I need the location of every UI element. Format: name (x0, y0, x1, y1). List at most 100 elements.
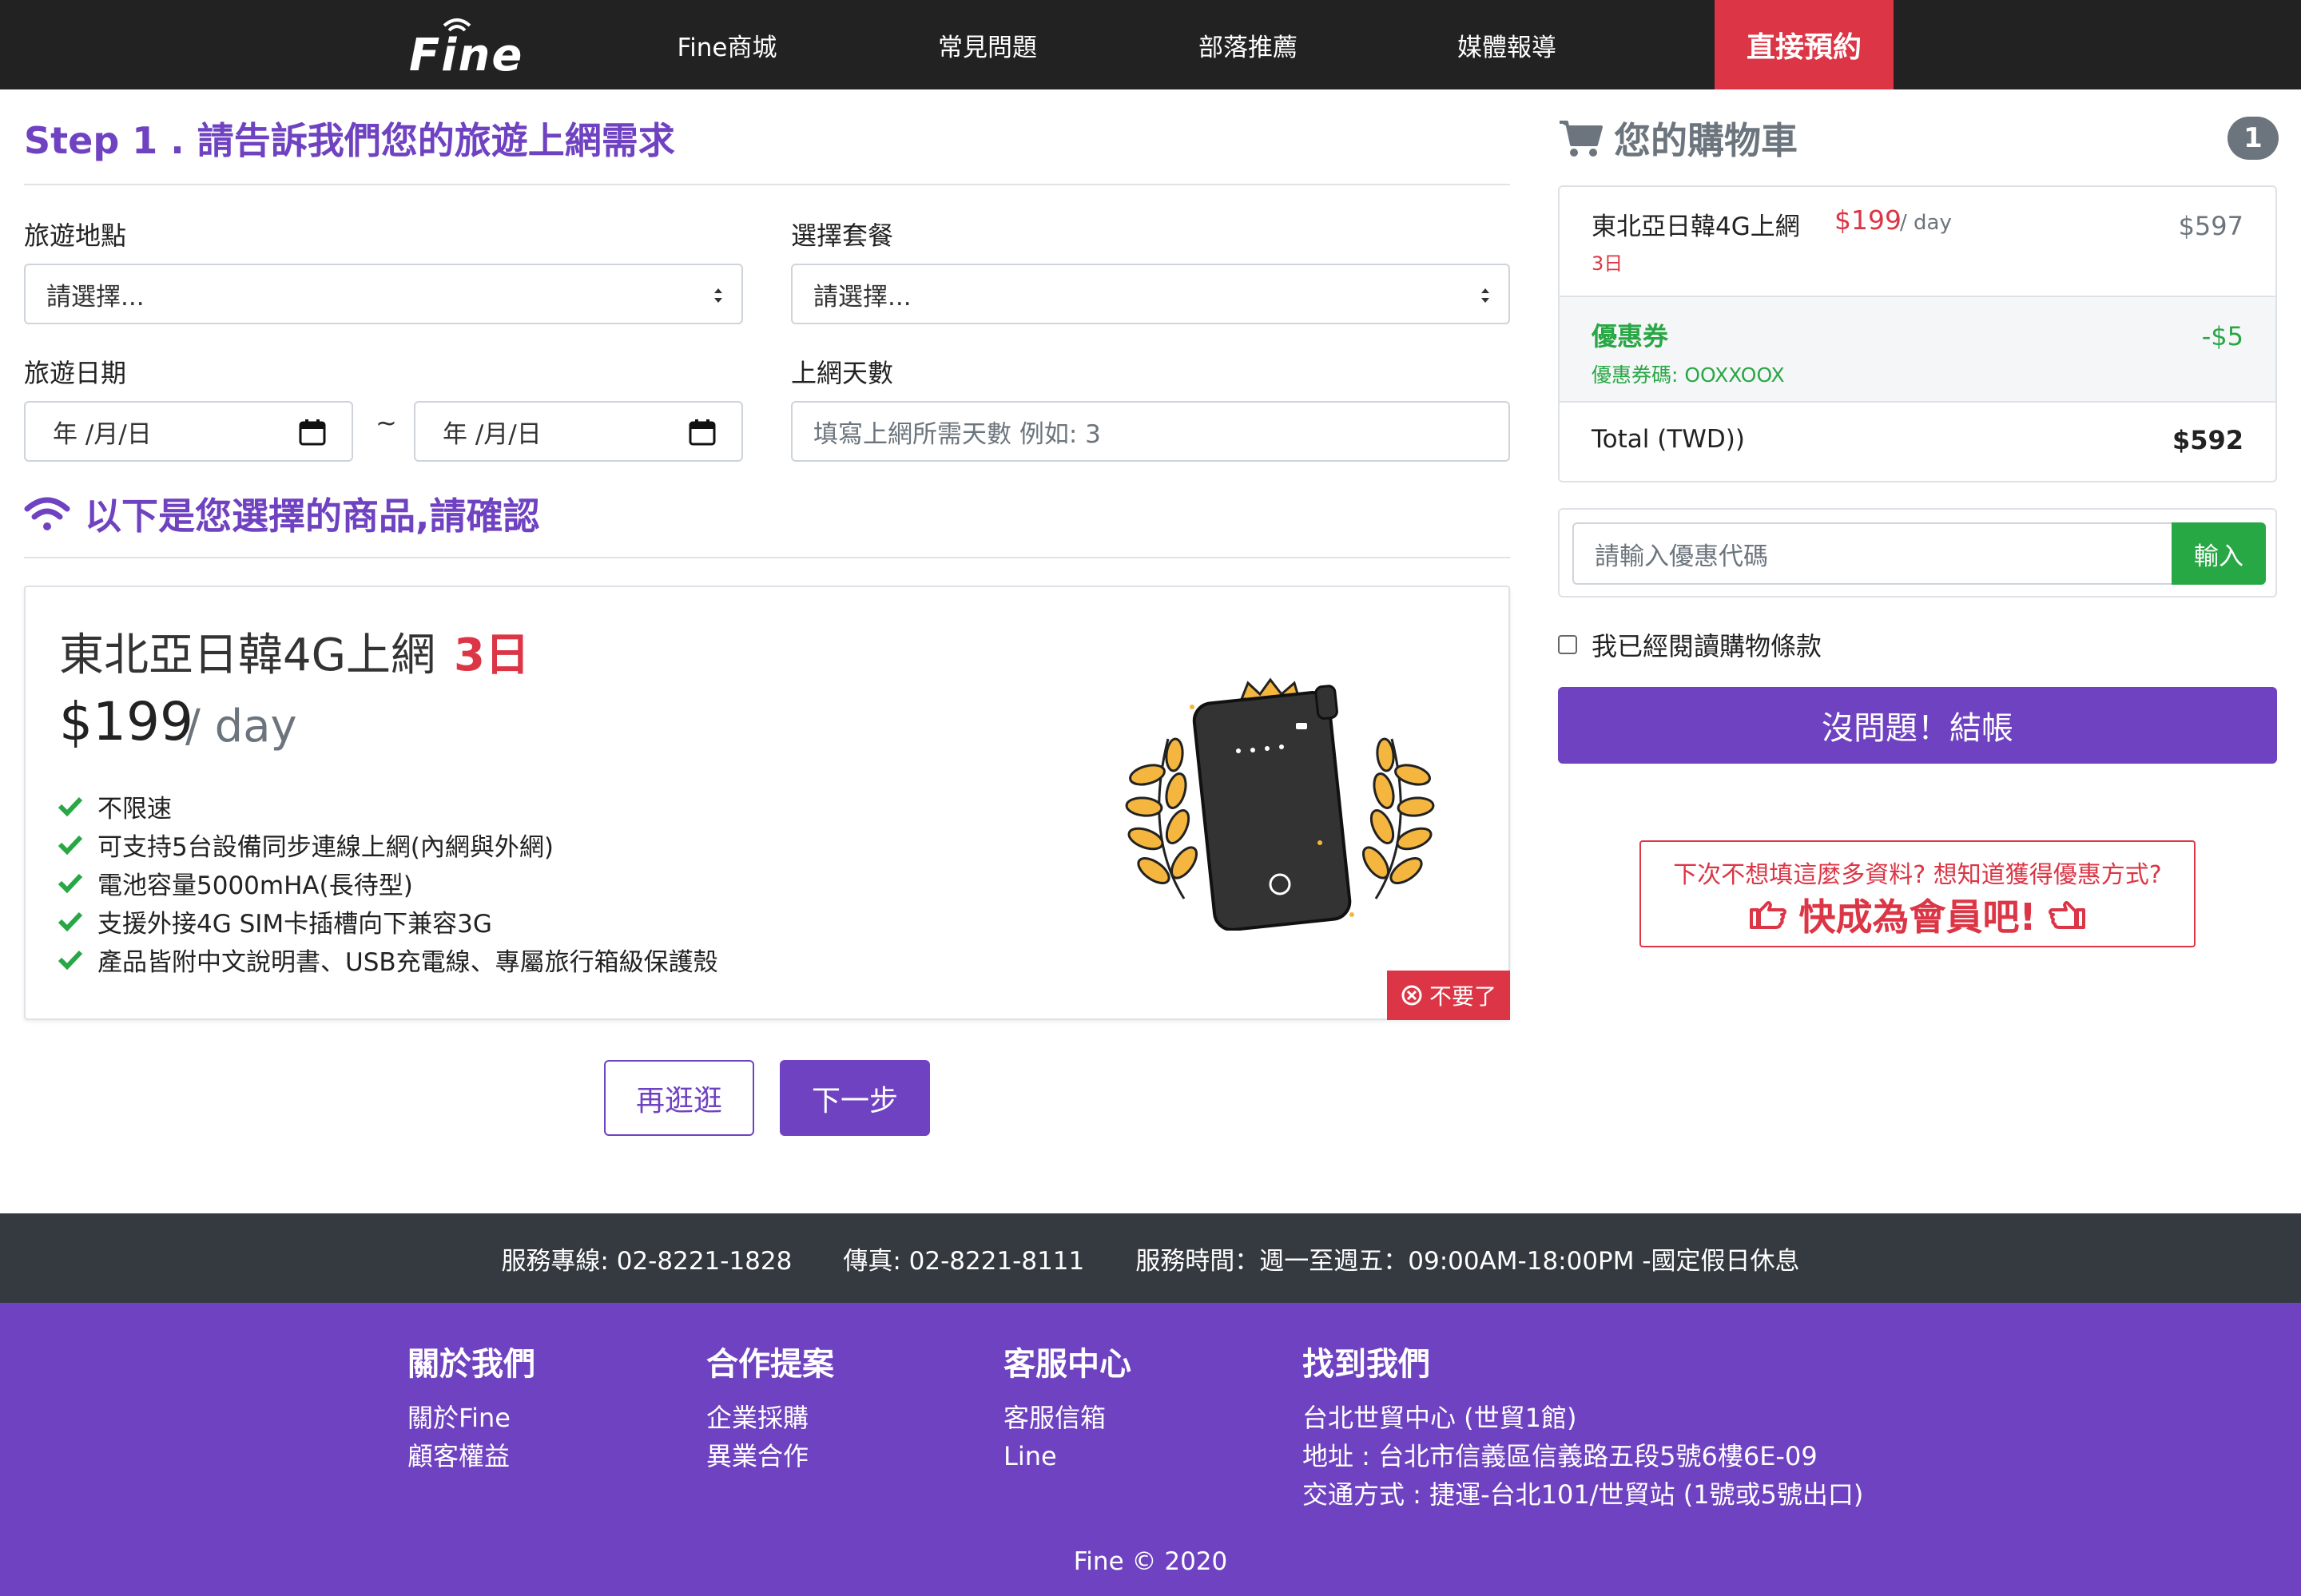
total-amount: $592 (2172, 425, 2243, 455)
nav-item-faq[interactable]: 常見問題 (916, 0, 1059, 89)
nav-item-blog[interactable]: 部落推薦 (1176, 0, 1320, 89)
close-circle-icon (1401, 985, 1422, 1006)
end-date-value: 年 /月/日 (443, 419, 542, 449)
footer-column-title: 客服中心 (1003, 1346, 1131, 1383)
cart-total-row: Total (TWD)) $592 (1560, 403, 2275, 481)
feature-text: 支援外接4G SIM卡插槽向下兼容3G (97, 909, 492, 939)
footer-text: 地址 : 台北市信義區信義路五段5號6樓6E-09 (1302, 1441, 1818, 1471)
footer-column-title: 合作提案 (706, 1346, 834, 1383)
remove-product-label: 不要了 (1429, 983, 1496, 1010)
promo-code-submit-button[interactable]: 輸入 (2172, 522, 2266, 585)
feature-text: 可支持5台設備同步連線上網(內網與外網) (97, 832, 554, 862)
coupon-code: 優惠券碼: OOXXOOX (1592, 363, 1785, 387)
footer-column-title: 找到我們 (1302, 1346, 1430, 1383)
member-hint: 下次不想填這麼多資料? 想知道獲得優惠方式? (1673, 861, 2162, 889)
check-icon (58, 835, 83, 856)
hotline-text: 服務專線: 02-8221-1828 (501, 1246, 793, 1276)
plan-label: 選擇套餐 (791, 220, 894, 251)
days-input-placeholder: 填寫上網所需天數 例如: 3 (813, 419, 1101, 449)
start-date-input[interactable]: 年 /月/日 (24, 401, 353, 462)
next-step-button[interactable]: 下一步 (780, 1060, 930, 1136)
check-icon (58, 950, 83, 971)
product-card: 東北亞日韓4G上網 3日 $199 / day 不限速 可支持5台設備同步連線上… (24, 586, 1510, 1020)
days-label: 上網天數 (791, 358, 894, 388)
logo[interactable]: Fine (409, 14, 522, 81)
copyright: Fine © 2020 (1073, 1547, 1228, 1576)
footer-text: 交通方式 : 捷運-台北101/世貿站 (1號或5號出口) (1302, 1479, 1864, 1510)
calendar-icon[interactable] (689, 419, 716, 446)
checkout-button[interactable]: 沒問題！結帳 (1558, 687, 2277, 764)
nav-item-media[interactable]: 媒體報導 (1435, 0, 1579, 89)
feature-text: 電池容量5000mHA(長待型) (97, 871, 413, 900)
footer: 關於我們 關於Fine 顧客權益 合作提案 企業採購 異業合作 客服中心 客服信… (0, 1303, 2301, 1596)
total-label: Total (TWD)) (1592, 425, 1745, 454)
nav-book-now-button[interactable]: 直接預約 (1715, 0, 1894, 89)
select-caret-icon (714, 288, 722, 303)
plan-select-value: 請選擇... (813, 282, 912, 312)
cart-title: 您的購物車 (1558, 112, 1798, 165)
check-icon (58, 911, 83, 932)
pointing-hand-left-icon (2049, 901, 2086, 929)
promo-code-form: 請輸入優惠代碼 輸入 (1558, 508, 2277, 598)
feature-item: 不限速 (58, 787, 718, 825)
remove-product-button[interactable]: 不要了 (1387, 971, 1510, 1020)
pointing-hand-right-icon (1749, 901, 1786, 929)
footer-link[interactable]: 異業合作 (706, 1437, 834, 1475)
footer-link[interactable]: Line (1003, 1437, 1131, 1475)
cart-title-text: 您的購物車 (1614, 119, 1798, 162)
feature-item: 產品皆附中文說明書、USB充電線、專屬旅行箱級保護殼 (58, 940, 718, 979)
terms-agreement[interactable]: 我已經閱讀購物條款 (1558, 626, 1822, 663)
member-cta[interactable]: 快成為會員吧! (1641, 888, 2194, 941)
product-price: $199 (59, 691, 193, 752)
end-date-input[interactable]: 年 /月/日 (414, 401, 743, 462)
feature-list: 不限速 可支持5台設備同步連線上網(內網與外網) 電池容量5000mHA(長待型… (58, 787, 718, 979)
nav-item-shop[interactable]: Fine商城 (655, 0, 799, 89)
select-caret-icon (1481, 288, 1489, 303)
confirm-title-text: 以下是您選擇的商品,請確認 (85, 494, 540, 538)
footer-column-about: 關於我們 關於Fine 顧客權益 (407, 1338, 535, 1475)
fax-text: 傳真: 02-8221-8111 (843, 1246, 1085, 1276)
footer-link[interactable]: 企業採購 (706, 1399, 834, 1437)
shopping-cart-icon (1560, 121, 1603, 157)
top-navbar: Fine Fine商城 常見問題 部落推薦 媒體報導 直接預約 (0, 0, 2301, 89)
product-days: 3日 (454, 629, 530, 681)
cart-count-badge: 1 (2227, 117, 2279, 160)
check-icon (58, 873, 83, 894)
start-date-value: 年 /月/日 (53, 419, 152, 449)
product-unit: / day (185, 701, 297, 752)
wifi-icon (24, 497, 70, 530)
promo-code-input[interactable]: 請輸入優惠代碼 (1572, 522, 2176, 585)
cart-item-days: 3日 (1592, 252, 1623, 275)
terms-checkbox[interactable] (1558, 635, 1577, 654)
footer-column-location: 找到我們 台北世貿中心 (世貿1館) 地址 : 台北市信義區信義路五段5號6樓6… (1302, 1338, 1863, 1514)
divider (24, 184, 1510, 185)
confirm-title: 以下是您選擇的商品,請確認 (24, 487, 539, 540)
product-name: 東北亞日韓4G上網 (59, 629, 436, 681)
cart-summary: 東北亞日韓4G上網 $199 / day 3日 $597 優惠券 優惠券碼: O… (1558, 185, 2277, 482)
member-signup-banner[interactable]: 下次不想填這麼多資料? 想知道獲得優惠方式? 快成為會員吧! (1639, 840, 2196, 947)
plan-select[interactable]: 請選擇... (791, 264, 1510, 324)
contact-bar: 服務專線: 02-8221-1828 傳真: 02-8221-8111 服務時間… (0, 1213, 2301, 1303)
cart-item-unit: / day (1900, 211, 1952, 235)
days-input[interactable]: 填寫上網所需天數 例如: 3 (791, 401, 1510, 462)
destination-select-value: 請選擇... (46, 282, 145, 312)
terms-label: 我已經閱讀購物條款 (1592, 631, 1822, 661)
cart-item-total: $597 (2178, 211, 2243, 241)
footer-link[interactable]: 客服信箱 (1003, 1399, 1131, 1437)
footer-link[interactable]: 關於Fine (407, 1399, 535, 1437)
divider (24, 557, 1510, 558)
feature-item: 可支持5台設備同步連線上網(內網與外網) (58, 825, 718, 864)
travel-date-label: 旅遊日期 (24, 358, 127, 388)
cart-coupon-row: 優惠券 優惠券碼: OOXXOOX -$5 (1560, 296, 2275, 403)
footer-link[interactable]: 顧客權益 (407, 1437, 535, 1475)
destination-select[interactable]: 請選擇... (24, 264, 743, 324)
cart-item-name: 東北亞日韓4G上網 (1592, 212, 1800, 241)
cart-item-row: 東北亞日韓4G上網 $199 / day 3日 $597 (1560, 187, 2275, 296)
member-cta-text: 快成為會員吧! (1798, 895, 2037, 939)
feature-item: 支援外接4G SIM卡插槽向下兼容3G (58, 902, 718, 940)
continue-shopping-button[interactable]: 再逛逛 (604, 1060, 754, 1136)
footer-column-support: 客服中心 客服信箱 Line (1003, 1338, 1131, 1475)
wifi-logo-icon (443, 18, 471, 32)
calendar-icon[interactable] (299, 419, 326, 446)
feature-text: 產品皆附中文說明書、USB充電線、專屬旅行箱級保護殼 (97, 947, 718, 977)
